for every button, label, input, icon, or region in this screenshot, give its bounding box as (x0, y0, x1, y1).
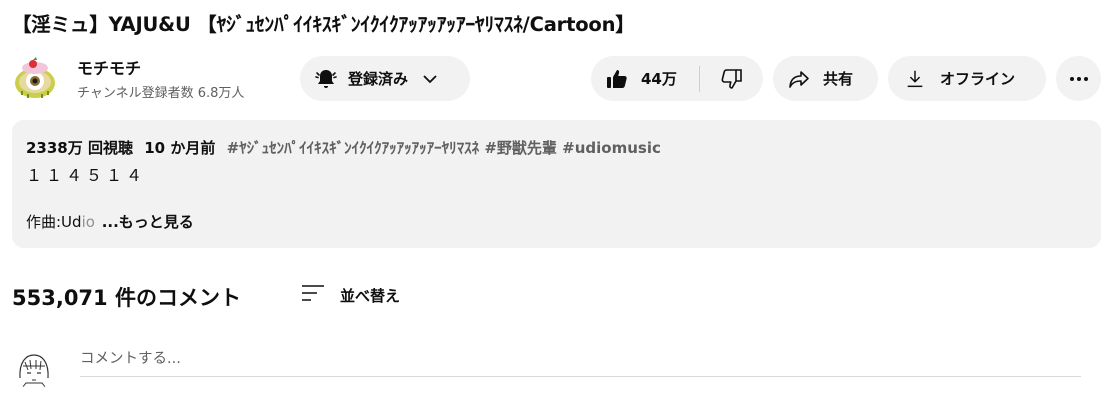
channel-avatar[interactable] (12, 55, 58, 101)
offline-label: オフライン (940, 70, 1016, 88)
subscribed-button[interactable]: 登録済み (300, 56, 470, 101)
like-button[interactable]: 44万 (591, 56, 699, 101)
subscribed-label: 登録済み (348, 70, 409, 88)
user-avatar (14, 350, 54, 390)
dislike-button[interactable] (700, 56, 763, 101)
description-box[interactable]: 2338万 回視聴 10 か月前 #ﾔｼﾞｭｾﾝﾊﾟｲｲｷｽｷﾞﾝｲｸｲｸｱｯｱ… (12, 120, 1101, 248)
description-meta: 2338万 回視聴 10 か月前 #ﾔｼﾞｭｾﾝﾊﾟｲｲｷｽｷﾞﾝｲｸｲｸｱｯｱ… (26, 137, 661, 158)
more-actions-button[interactable] (1056, 56, 1101, 101)
video-title: 【淫ミュ】YAJU&U 【ﾔｼﾞｭｾﾝﾊﾟｲｲｷｽｷﾞﾝｲｸｲｸｱｯｱｯｱｯｱｰ… (12, 13, 635, 36)
thumbs-down-icon (720, 67, 744, 91)
description-text-fade: io (81, 213, 95, 231)
offline-button[interactable]: オフライン (888, 56, 1046, 101)
like-count: 44万 (641, 70, 677, 88)
comments-count: 553,071 件のコメント (12, 286, 241, 310)
show-more-link[interactable]: ...もっと見る (102, 213, 194, 231)
sort-icon (300, 282, 326, 308)
hashtags[interactable]: #ﾔｼﾞｭｾﾝﾊﾟｲｲｷｽｷﾞﾝｲｸｲｸｱｯｱｯｱｯｱｰﾔﾘﾏｽﾈ #野獣先輩 … (227, 139, 661, 157)
bell-icon (314, 67, 338, 91)
thumbs-up-icon (605, 67, 629, 91)
like-dislike-group: 44万 (591, 56, 763, 101)
share-button[interactable]: 共有 (773, 56, 878, 101)
description-text: 作曲:Ud (26, 213, 82, 231)
description-line-2: 作曲:Udio ...もっと見る (26, 211, 194, 232)
sort-button[interactable]: 並べ替え (300, 282, 400, 308)
chevron-down-icon (420, 69, 440, 89)
description-line-1: １１４５１４ (26, 166, 147, 185)
download-icon (904, 68, 926, 90)
sort-label: 並べ替え (340, 286, 401, 305)
subscriber-count: チャンネル登録者数 6.8万人 (77, 86, 245, 101)
upload-date: 10 か月前 (144, 139, 216, 157)
share-label: 共有 (823, 70, 854, 88)
comment-input[interactable]: コメントする... (80, 345, 1081, 377)
channel-name[interactable]: モチモチ (77, 55, 141, 79)
more-horizontal-icon (1067, 67, 1091, 91)
view-count: 2338万 回視聴 (26, 139, 133, 157)
share-icon (787, 67, 811, 91)
